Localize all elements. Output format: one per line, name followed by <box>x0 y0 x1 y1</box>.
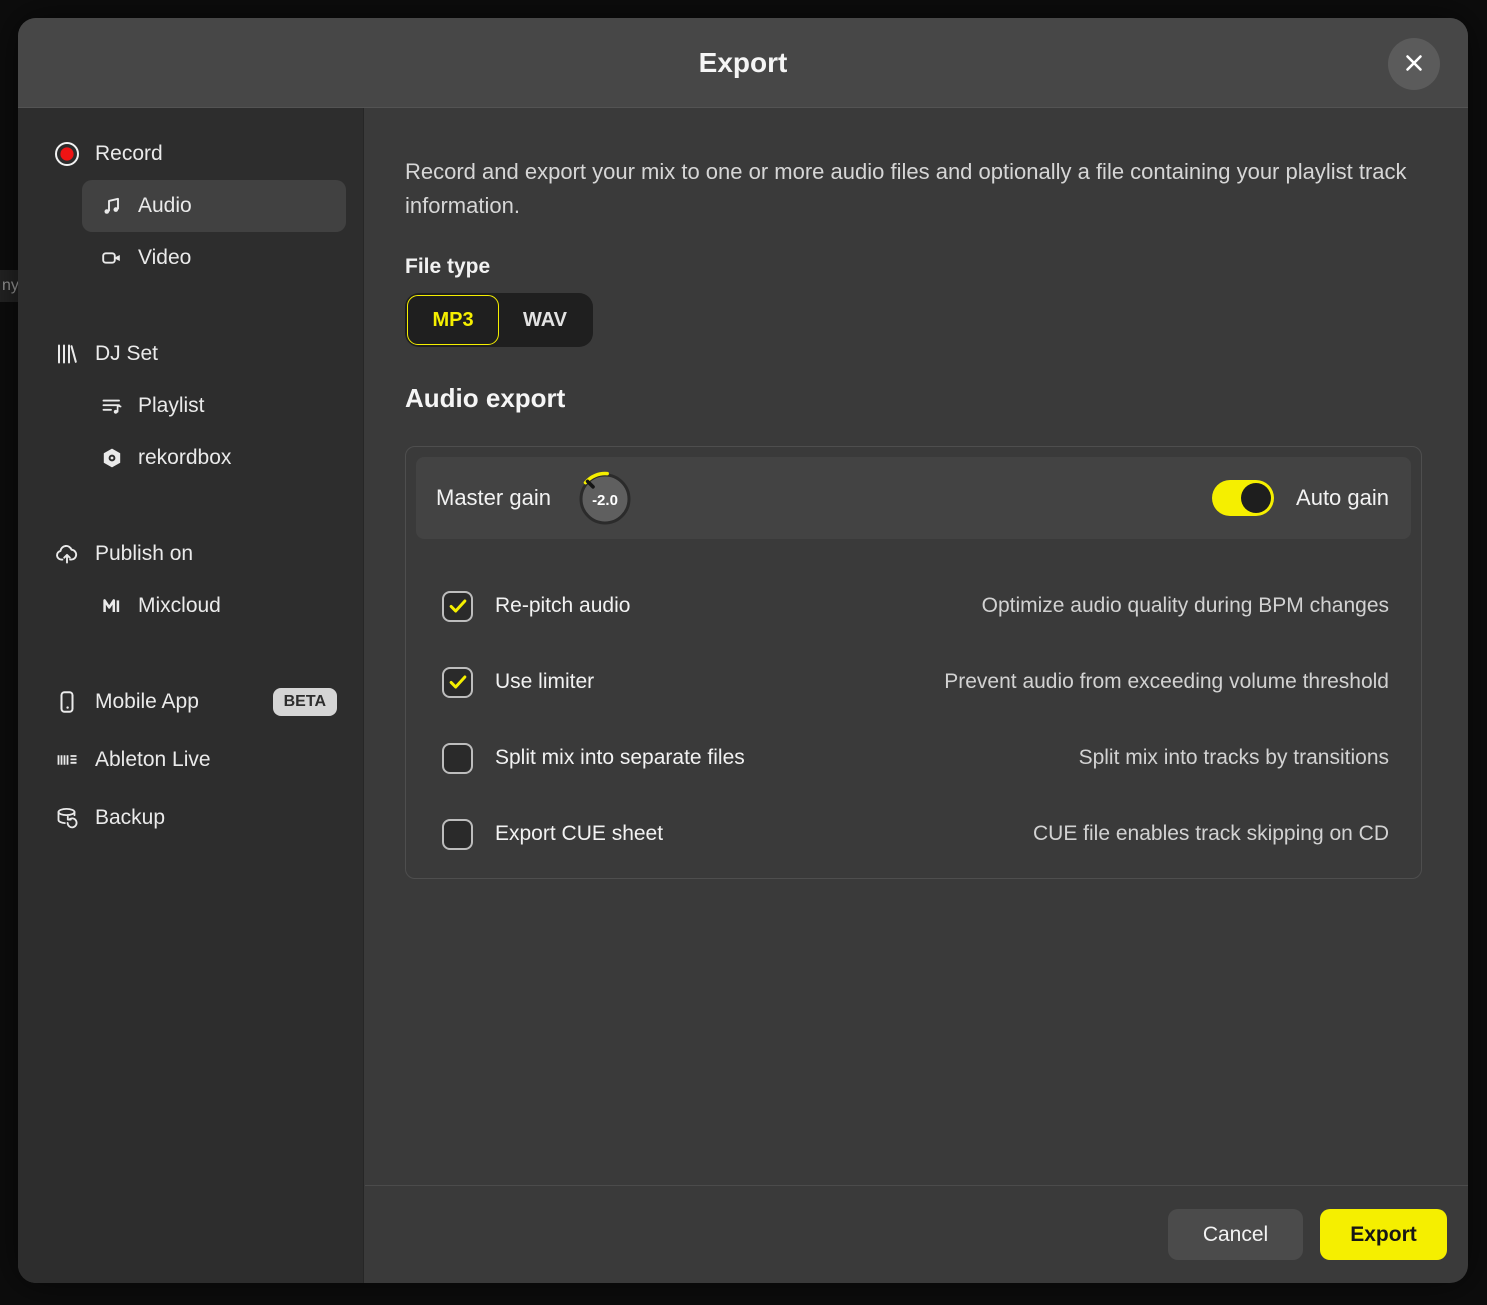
option-row-re-pitch-audio: Re-pitch audio Optimize audio quality du… <box>416 568 1411 644</box>
re-pitch-audio-checkbox[interactable] <box>442 591 473 622</box>
ableton-live-icon <box>54 747 80 773</box>
sidebar-item-audio[interactable]: Audio <box>82 180 346 232</box>
mixcloud-icon <box>100 594 124 618</box>
auto-gain-toggle[interactable] <box>1212 480 1274 516</box>
library-icon <box>54 341 80 367</box>
master-gain-row: Master gain -2.0 Auto gain <box>416 457 1411 539</box>
sidebar-item-label: rekordbox <box>138 446 231 470</box>
beta-badge: BETA <box>273 688 337 716</box>
video-camera-icon <box>100 246 124 270</box>
record-icon <box>54 141 80 167</box>
use-limiter-checkbox[interactable] <box>442 667 473 698</box>
close-button[interactable] <box>1388 38 1440 90</box>
sidebar-item-ableton-live[interactable]: Ableton Live <box>18 734 363 786</box>
dialog-header: Export <box>18 18 1468 108</box>
sidebar-item-label: Backup <box>95 806 165 830</box>
sidebar-item-record[interactable]: Record <box>18 128 363 180</box>
file-type-option-wav[interactable]: WAV <box>499 295 591 345</box>
cloud-upload-icon <box>54 541 80 567</box>
file-type-option-mp3[interactable]: MP3 <box>407 295 499 345</box>
sidebar-item-label: DJ Set <box>95 342 158 366</box>
screen: ny Export Record Audio <box>0 0 1487 1305</box>
sidebar-item-label: Audio <box>138 194 192 218</box>
checkmark-icon <box>447 671 469 693</box>
option-label: Split mix into separate files <box>495 746 745 770</box>
checkmark-icon <box>447 595 469 617</box>
option-description: CUE file enables track skipping on CD <box>1033 822 1389 846</box>
sidebar-item-mobile-app[interactable]: Mobile App BETA <box>18 676 363 728</box>
sidebar-item-playlist[interactable]: Playlist <box>82 380 346 432</box>
backup-icon <box>54 805 80 831</box>
split-mix-checkbox[interactable] <box>442 743 473 774</box>
sidebar-item-label: Ableton Live <box>95 748 211 772</box>
auto-gain-label: Auto gain <box>1296 485 1389 511</box>
sidebar-item-mixcloud[interactable]: Mixcloud <box>82 580 346 632</box>
export-options-list: Re-pitch audio Optimize audio quality du… <box>416 568 1411 872</box>
sidebar-item-label: Mixcloud <box>138 594 221 618</box>
sidebar-item-rekordbox[interactable]: rekordbox <box>82 432 346 484</box>
sidebar: Record Audio Video DJ Set <box>18 108 364 1283</box>
cancel-button[interactable]: Cancel <box>1168 1209 1303 1260</box>
option-description: Prevent audio from exceeding volume thre… <box>944 670 1389 694</box>
file-type-segmented-control: MP3 WAV <box>405 293 593 347</box>
dialog-title: Export <box>18 18 1468 108</box>
sidebar-item-label: Publish on <box>95 542 193 566</box>
option-label: Export CUE sheet <box>495 822 663 846</box>
mobile-phone-icon <box>54 689 80 715</box>
option-row-export-cue-sheet: Export CUE sheet CUE file enables track … <box>416 796 1411 872</box>
main-content: Record and export your mix to one or mor… <box>365 108 1468 1185</box>
option-row-split-mix: Split mix into separate files Split mix … <box>416 720 1411 796</box>
master-gain-value: -2.0 <box>592 492 618 509</box>
export-cue-sheet-checkbox[interactable] <box>442 819 473 850</box>
sidebar-item-label: Video <box>138 246 191 270</box>
option-label: Re-pitch audio <box>495 594 630 618</box>
file-type-label: File type <box>405 255 1424 279</box>
master-gain-knob[interactable]: -2.0 <box>577 470 633 526</box>
audio-export-heading: Audio export <box>405 383 1424 414</box>
toggle-thumb <box>1241 483 1271 513</box>
sidebar-item-publish-on[interactable]: Publish on <box>18 528 363 580</box>
description-text: Record and export your mix to one or mor… <box>405 155 1424 223</box>
sidebar-item-label: Playlist <box>138 394 205 418</box>
music-note-icon <box>100 194 124 218</box>
option-description: Split mix into tracks by transitions <box>1079 746 1389 770</box>
option-description: Optimize audio quality during BPM change… <box>982 594 1389 618</box>
rekordbox-icon <box>100 446 124 470</box>
export-button[interactable]: Export <box>1320 1209 1447 1260</box>
option-label: Use limiter <box>495 670 594 694</box>
sidebar-item-dj-set[interactable]: DJ Set <box>18 328 363 380</box>
audio-export-panel: Master gain -2.0 Auto gain <box>405 446 1422 879</box>
dialog-footer: Cancel Export <box>365 1185 1468 1283</box>
sidebar-item-label: Mobile App <box>95 690 199 714</box>
master-gain-label: Master gain <box>436 485 551 511</box>
playlist-icon <box>100 394 124 418</box>
option-row-use-limiter: Use limiter Prevent audio from exceeding… <box>416 644 1411 720</box>
sidebar-item-video[interactable]: Video <box>82 232 346 284</box>
export-dialog: Export Record Audio <box>18 18 1468 1283</box>
close-icon <box>1403 52 1425 77</box>
sidebar-item-backup[interactable]: Backup <box>18 792 363 844</box>
sidebar-item-label: Record <box>95 142 163 166</box>
